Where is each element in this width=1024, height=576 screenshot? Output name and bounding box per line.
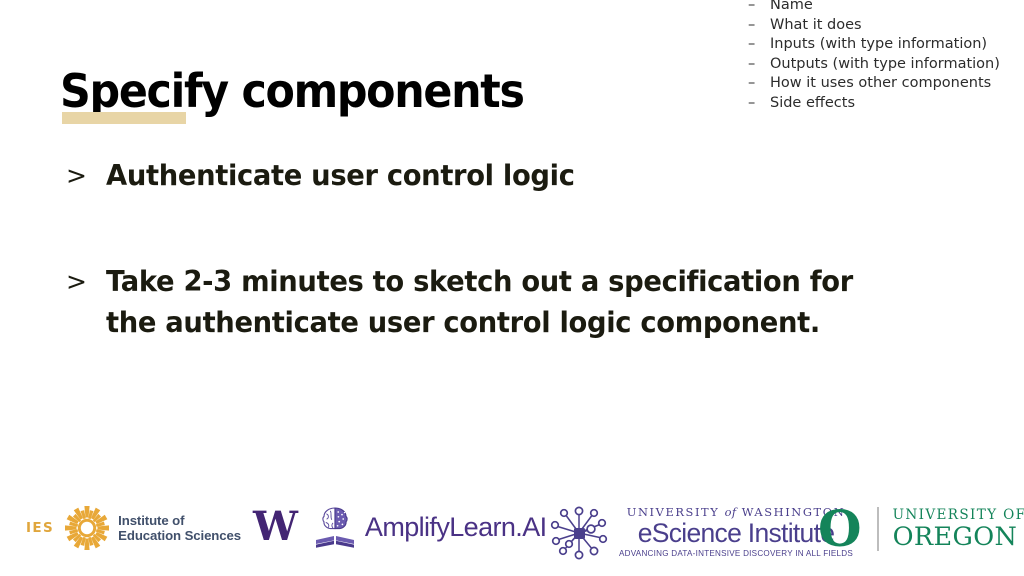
logo-divider [876,507,879,551]
spec-item-label: What it does [770,16,862,33]
bullet-text-1: Authenticate user control logic [106,155,932,196]
dash-icon: – [748,75,756,92]
ies-line-2: Education Sciences [118,528,241,543]
list-item: – Name [748,0,1024,16]
logo-escience-institute: UNIVERSITY of WASHINGTON eScience Instit… [549,500,853,562]
title-block: Specify components [60,64,580,124]
logo-amplifylearn: W AmplifyLearn.AI [253,502,547,552]
list-item: – Inputs (with type information) [748,35,1024,55]
title-underline-bar [62,112,186,124]
bullet-item-2: > Take 2-3 minutes to sketch out a speci… [66,261,966,343]
dash-icon: – [748,0,756,13]
ies-acronym: IES [26,520,55,536]
bullet-line: the authenticate user control logic comp… [106,306,820,339]
slide-canvas: – Name – What it does – Inputs (with typ… [0,0,1024,576]
escience-univ-pre: UNIVERSITY [626,504,725,519]
amplify-wordmark: AmplifyLearn.AI [364,511,547,542]
bullet-line: Authenticate user control logic [106,159,575,192]
oregon-line-1: UNIVERSITY OF [892,507,1024,523]
dash-icon: – [748,36,756,53]
list-item: – Outputs (with type information) [748,55,1024,75]
spec-checklist: – Name – What it does – Inputs (with typ… [748,0,1024,114]
list-item: – What it does [748,16,1024,36]
chevron-right-icon: > [66,161,87,190]
spec-item-label: Side effects [770,94,856,111]
ies-line-1: Institute of [118,512,185,528]
bullet-item-1: > Authenticate user control logic [66,155,966,197]
oregon-wordmark: UNIVERSITY OF OREGON [893,507,1024,551]
brain-book-icon [309,502,361,552]
page-title: Specify components [60,64,525,118]
list-item: – Side effects [748,94,1024,114]
spec-item-label: How it uses other components [770,75,992,92]
escience-univ-of: of [724,504,737,519]
uw-w-icon: W [253,503,298,550]
dash-icon: – [748,94,756,111]
spec-item-label: Inputs (with type information) [770,36,988,53]
spec-item-label: Name [770,0,813,13]
bullet-line: Take 2-3 minutes to sketch out a specifi… [106,265,853,298]
ies-wordmark: Institute of Education Sciences [118,513,241,544]
chevron-right-icon: > [66,267,87,296]
bullet-text-2: Take 2-3 minutes to sketch out a specifi… [106,261,932,343]
network-nodes-icon [549,500,615,562]
spec-item-label: Outputs (with type information) [770,55,1000,72]
logo-university-of-oregon: O UNIVERSITY OF OREGON [818,504,1024,554]
dash-icon: – [748,55,756,72]
logo-ies: IES Institute of Education Sciences [26,504,241,552]
bullet-list: > Authenticate user control logic > Take… [66,155,966,343]
footer-logo-strip: IES Institute of Education Sciences W Am… [0,490,1024,576]
dash-icon: – [748,16,756,33]
oregon-o-icon: O [818,499,862,558]
sunburst-icon [63,504,111,552]
oregon-line-2: OREGON [892,522,1018,552]
list-item: – How it uses other components [748,74,1024,94]
